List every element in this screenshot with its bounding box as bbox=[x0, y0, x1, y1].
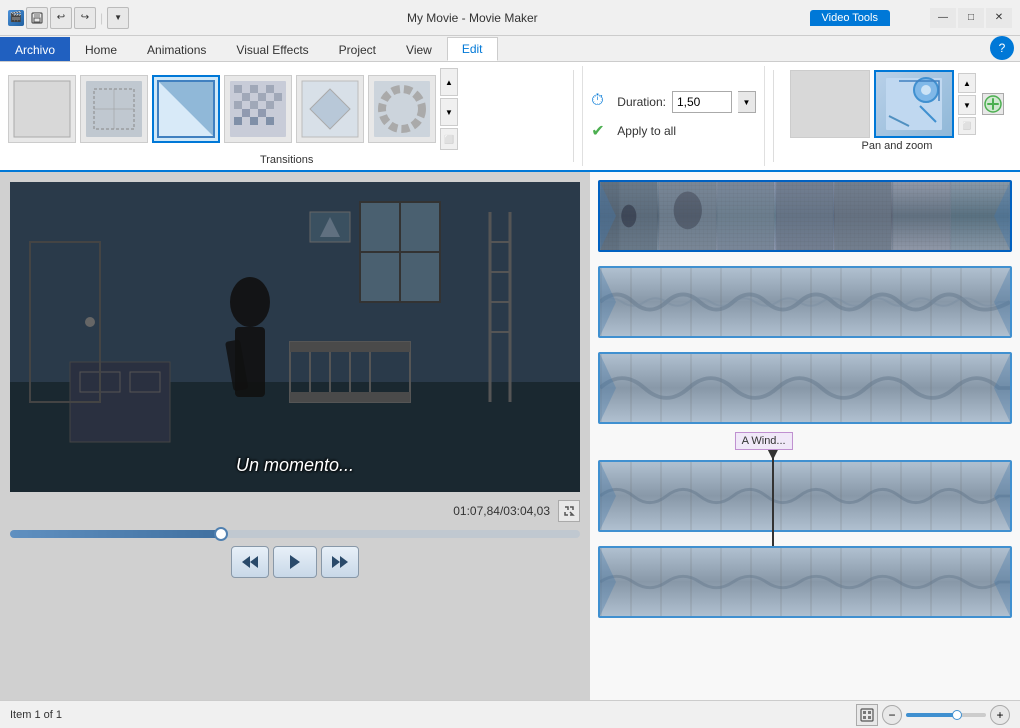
title-bar-icons: 🎬 ↩ ↪ | ▼ bbox=[8, 7, 129, 29]
gallery-expand[interactable]: ⬜ bbox=[440, 128, 458, 150]
duration-dropdown[interactable]: ▼ bbox=[738, 91, 756, 113]
video-preview: Un momento... bbox=[10, 182, 580, 492]
undo-button[interactable]: ↩ bbox=[50, 7, 72, 29]
maximize-button[interactable]: □ bbox=[958, 8, 984, 28]
ribbon-sep-1 bbox=[573, 70, 574, 162]
status-icon-1[interactable] bbox=[856, 704, 878, 726]
timeline-clip-3[interactable] bbox=[598, 352, 1012, 424]
movie-still bbox=[10, 182, 580, 492]
ribbon-content: ▲ ▼ ⬜ Transitions ⏱ Duration: ▼ ✔ Apply … bbox=[0, 62, 1020, 172]
timeline-clip-2[interactable] bbox=[598, 266, 1012, 338]
zoom-slider[interactable] bbox=[906, 713, 986, 717]
timeline-panel: A Wind... bbox=[590, 172, 1020, 700]
forward-button[interactable] bbox=[321, 546, 359, 578]
transitions-label: Transitions bbox=[8, 152, 565, 166]
duration-label: Duration: bbox=[617, 95, 666, 109]
pan-zoom-scroll: ▲ ▼ ⬜ bbox=[958, 73, 976, 135]
pan-zoom-gallery: ▲ ▼ ⬜ bbox=[790, 70, 1004, 138]
pan-zoom-item-1[interactable] bbox=[790, 70, 870, 138]
apply-to-all-button[interactable]: Apply to all bbox=[617, 124, 676, 138]
tab-archivo[interactable]: Archivo bbox=[0, 37, 70, 61]
tab-visual-effects[interactable]: Visual Effects bbox=[221, 37, 323, 61]
time-display: 01:07,84/03:04,03 bbox=[453, 504, 550, 518]
transition-item-fade[interactable] bbox=[80, 75, 148, 143]
transition-item-slide[interactable] bbox=[296, 75, 364, 143]
timeline-clip-4[interactable] bbox=[598, 460, 1012, 532]
clips-container: A Wind... bbox=[598, 180, 1012, 618]
transitions-section: ▲ ▼ ⬜ Transitions bbox=[8, 66, 565, 166]
pan-zoom-scroll-up[interactable]: ▲ bbox=[958, 73, 976, 93]
timeline-scroll-area[interactable]: A Wind... bbox=[590, 172, 1020, 700]
window-controls: — □ ✕ bbox=[930, 8, 1012, 28]
pan-zoom-section: ▲ ▼ ⬜ Pan and zoom bbox=[782, 66, 1012, 166]
transition-item-none[interactable] bbox=[8, 75, 76, 143]
app-icon: 🎬 bbox=[8, 10, 24, 26]
pan-zoom-add-button[interactable] bbox=[982, 93, 1004, 115]
tab-view[interactable]: View bbox=[391, 37, 447, 61]
gallery-scroll-down[interactable]: ▼ bbox=[440, 98, 458, 126]
redo-button[interactable]: ↪ bbox=[74, 7, 96, 29]
clip-label-3: A Wind... bbox=[735, 432, 793, 450]
preview-panel: Un momento... 01:07,84/03:04,03 bbox=[0, 172, 590, 700]
tab-edit[interactable]: Edit bbox=[447, 37, 498, 61]
status-bar: Item 1 of 1 − + bbox=[0, 700, 1020, 728]
help-button[interactable]: ? bbox=[990, 36, 1014, 60]
apply-icon: ✔ bbox=[591, 121, 611, 141]
transition-item-alt[interactable] bbox=[368, 75, 436, 143]
transition-item-dissolve[interactable] bbox=[224, 75, 292, 143]
rewind-button[interactable] bbox=[231, 546, 269, 578]
zoom-in-button[interactable]: + bbox=[990, 705, 1010, 725]
zoom-controls: − + bbox=[856, 704, 1010, 726]
pan-zoom-scroll-down[interactable]: ▼ bbox=[958, 95, 976, 115]
timeline-clip-1[interactable] bbox=[598, 180, 1012, 252]
pan-zoom-expand[interactable]: ⬜ bbox=[958, 117, 976, 135]
duration-section: ⏱ Duration: ▼ ✔ Apply to all bbox=[582, 66, 765, 166]
zoom-out-button[interactable]: − bbox=[882, 705, 902, 725]
transition-item-diagonal[interactable] bbox=[152, 75, 220, 143]
gallery-scroll: ▲ ▼ ⬜ bbox=[440, 68, 458, 150]
gallery-scroll-up[interactable]: ▲ bbox=[440, 68, 458, 96]
quick-btn[interactable]: ▼ bbox=[107, 7, 129, 29]
ribbon-tabs: Archivo Home Animations Visual Effects P… bbox=[0, 36, 1020, 62]
close-button[interactable]: ✕ bbox=[986, 8, 1012, 28]
main-content: Un momento... 01:07,84/03:04,03 bbox=[0, 172, 1020, 700]
pan-zoom-label: Pan and zoom bbox=[790, 140, 1004, 152]
expand-button[interactable] bbox=[558, 500, 580, 522]
timeline-clip-5[interactable] bbox=[598, 546, 1012, 618]
progress-handle[interactable] bbox=[214, 527, 228, 541]
playhead-top bbox=[768, 450, 778, 460]
play-button[interactable] bbox=[273, 546, 317, 578]
ribbon-sep-2 bbox=[773, 70, 774, 162]
save-button[interactable] bbox=[26, 7, 48, 29]
progress-bar[interactable] bbox=[10, 530, 580, 538]
zoom-handle[interactable] bbox=[952, 710, 962, 720]
progress-fill bbox=[10, 530, 221, 538]
duration-icon: ⏱ bbox=[591, 92, 611, 112]
playback-controls bbox=[10, 546, 580, 578]
tab-project[interactable]: Project bbox=[324, 37, 391, 61]
video-tools-badge: Video Tools bbox=[810, 10, 890, 26]
duration-row: ⏱ Duration: ▼ bbox=[591, 91, 756, 113]
tab-home[interactable]: Home bbox=[70, 37, 132, 61]
apply-row: ✔ Apply to all bbox=[591, 121, 756, 141]
title-text: My Movie - Movie Maker bbox=[135, 11, 809, 25]
transitions-gallery: ▲ ▼ ⬜ bbox=[8, 66, 565, 152]
time-row: 01:07,84/03:04,03 bbox=[10, 500, 580, 522]
status-text: Item 1 of 1 bbox=[10, 709, 848, 721]
title-bar: 🎬 ↩ ↪ | ▼ My Movie - Movie Maker Video T… bbox=[0, 0, 1020, 36]
tab-animations[interactable]: Animations bbox=[132, 37, 221, 61]
duration-input[interactable] bbox=[672, 91, 732, 113]
pan-zoom-item-2[interactable] bbox=[874, 70, 954, 138]
minimize-button[interactable]: — bbox=[930, 8, 956, 28]
subtitle-text: Un momento... bbox=[236, 455, 354, 476]
